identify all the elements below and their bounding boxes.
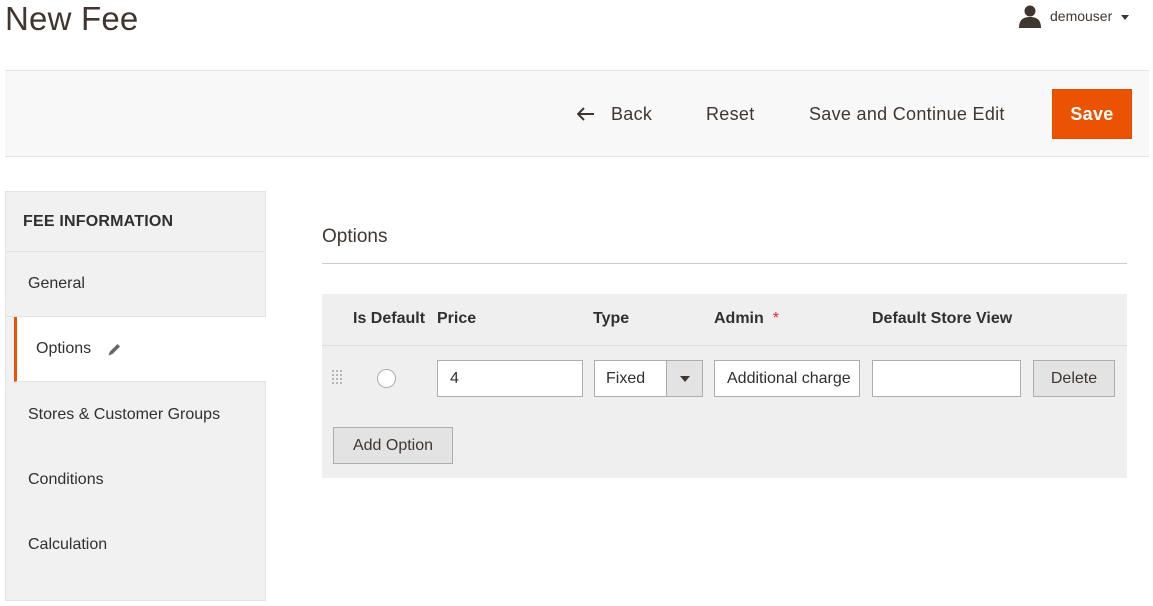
page-title: New Fee: [5, 0, 139, 37]
drag-handle-icon[interactable]: [332, 370, 342, 386]
back-button[interactable]: Back: [577, 89, 652, 139]
delete-option-button[interactable]: Delete: [1033, 360, 1115, 397]
sidebar-item-calculation[interactable]: Calculation: [6, 512, 265, 577]
reset-button[interactable]: Reset: [706, 89, 755, 139]
sidebar-item-stores-customer-groups[interactable]: Stores & Customer Groups: [6, 382, 265, 447]
select-toggle[interactable]: [666, 361, 702, 396]
sidebar-item-conditions[interactable]: Conditions: [6, 447, 265, 512]
is-default-radio[interactable]: [377, 369, 396, 388]
sidebar-item-label: Conditions: [28, 470, 104, 488]
sidebar-item-label: Calculation: [28, 535, 108, 553]
chevron-down-icon: [679, 375, 690, 382]
sidebar-item-label: Options: [36, 340, 92, 357]
admin-label-input[interactable]: Additional charge: [714, 360, 860, 397]
back-label: Back: [611, 103, 653, 124]
user-menu[interactable]: demouser: [1018, 4, 1130, 28]
sidebar-item-label: General: [28, 275, 85, 292]
required-marker: *: [772, 310, 780, 327]
type-select-value: Fixed: [606, 369, 646, 387]
type-select[interactable]: Fixed: [594, 360, 703, 397]
user-name: demouser: [1050, 8, 1113, 24]
sidebar-title: FEE INFORMATION: [6, 192, 265, 252]
header-divider: [322, 345, 1127, 346]
price-input[interactable]: 4: [437, 360, 583, 397]
column-header-default-store-view: Default Store View: [872, 310, 1013, 327]
sidebar-item-label: Stores & Customer Groups: [28, 405, 221, 423]
save-button[interactable]: Save: [1052, 89, 1132, 139]
page-actions-bar: Back Reset Save and Continue Edit Save: [5, 70, 1149, 157]
chevron-down-icon: [1121, 14, 1130, 20]
sidebar-item-options[interactable]: Options: [14, 317, 266, 382]
column-header-price: Price: [437, 310, 477, 327]
sidebar-item-general[interactable]: General: [6, 252, 265, 317]
section-title: Options: [322, 226, 388, 247]
pencil-icon: [108, 343, 121, 355]
arrow-left-icon: [577, 107, 594, 121]
user-icon: [1019, 5, 1041, 28]
column-header-admin: Admin *: [714, 310, 779, 328]
column-header-is-default: Is Default: [353, 310, 426, 327]
column-header-type: Type: [593, 310, 630, 327]
default-store-view-input[interactable]: [872, 360, 1021, 397]
add-option-button[interactable]: Add Option: [333, 427, 453, 464]
save-and-continue-button[interactable]: Save and Continue Edit: [809, 89, 1005, 139]
section-divider: [322, 263, 1127, 264]
options-table: Is Default Price Type Admin * Default Sto…: [322, 294, 1127, 478]
sidebar: FEE INFORMATION General Options Stores &…: [5, 191, 266, 601]
column-header-admin-label: Admin: [714, 310, 764, 327]
